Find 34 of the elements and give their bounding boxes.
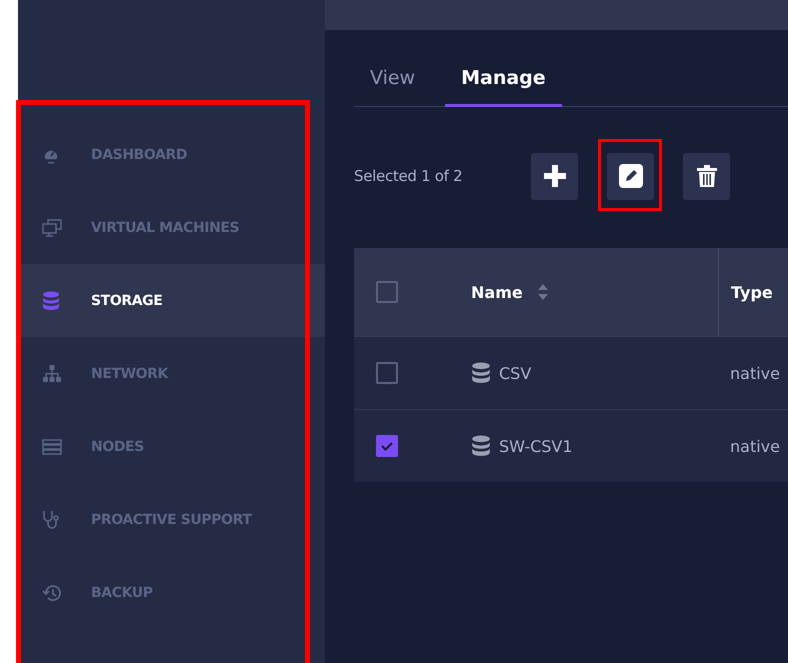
tab[interactable]: View (354, 62, 432, 107)
database-icon (471, 362, 491, 384)
monitors-icon (42, 218, 62, 236)
add-button[interactable] (531, 152, 578, 200)
sidebar-item[interactable]: NODES (18, 410, 325, 483)
database-icon (471, 435, 491, 457)
sidebar-item[interactable]: STORAGE (18, 264, 325, 337)
sidebar-item[interactable]: BACKUP (18, 556, 325, 629)
history-icon (42, 584, 62, 602)
sidebar-item[interactable]: PROACTIVE SUPPORT (18, 483, 325, 556)
edit-button[interactable] (607, 152, 654, 200)
delete-button[interactable] (683, 152, 730, 200)
plus-icon (544, 165, 566, 187)
sidebar-item[interactable]: VIRTUAL MACHINES (18, 191, 325, 264)
column-header[interactable]: Name (471, 282, 523, 302)
checkbox[interactable] (376, 281, 398, 303)
network-icon (42, 364, 62, 382)
sidebar-item[interactable]: DASHBOARD (18, 118, 325, 191)
database-icon (42, 290, 60, 310)
checkbox[interactable] (376, 435, 398, 457)
table-cell: native (730, 436, 780, 456)
trash-icon (696, 165, 716, 187)
table-cell: native (730, 364, 780, 382)
pencil-icon (618, 164, 642, 188)
table-cell: SW-CSV1 (499, 436, 573, 456)
table-cell: CSV (499, 364, 532, 382)
sort-icon[interactable] (536, 283, 549, 301)
server-icon (42, 438, 62, 454)
column-header[interactable]: Type (731, 282, 773, 302)
checkbox[interactable] (376, 362, 398, 384)
stethoscope-icon (42, 510, 60, 530)
tab[interactable]: Manage (445, 62, 562, 107)
selection-count: Selected 1 of 2 (354, 167, 464, 185)
sidebar-item[interactable]: NETWORK (18, 337, 325, 410)
